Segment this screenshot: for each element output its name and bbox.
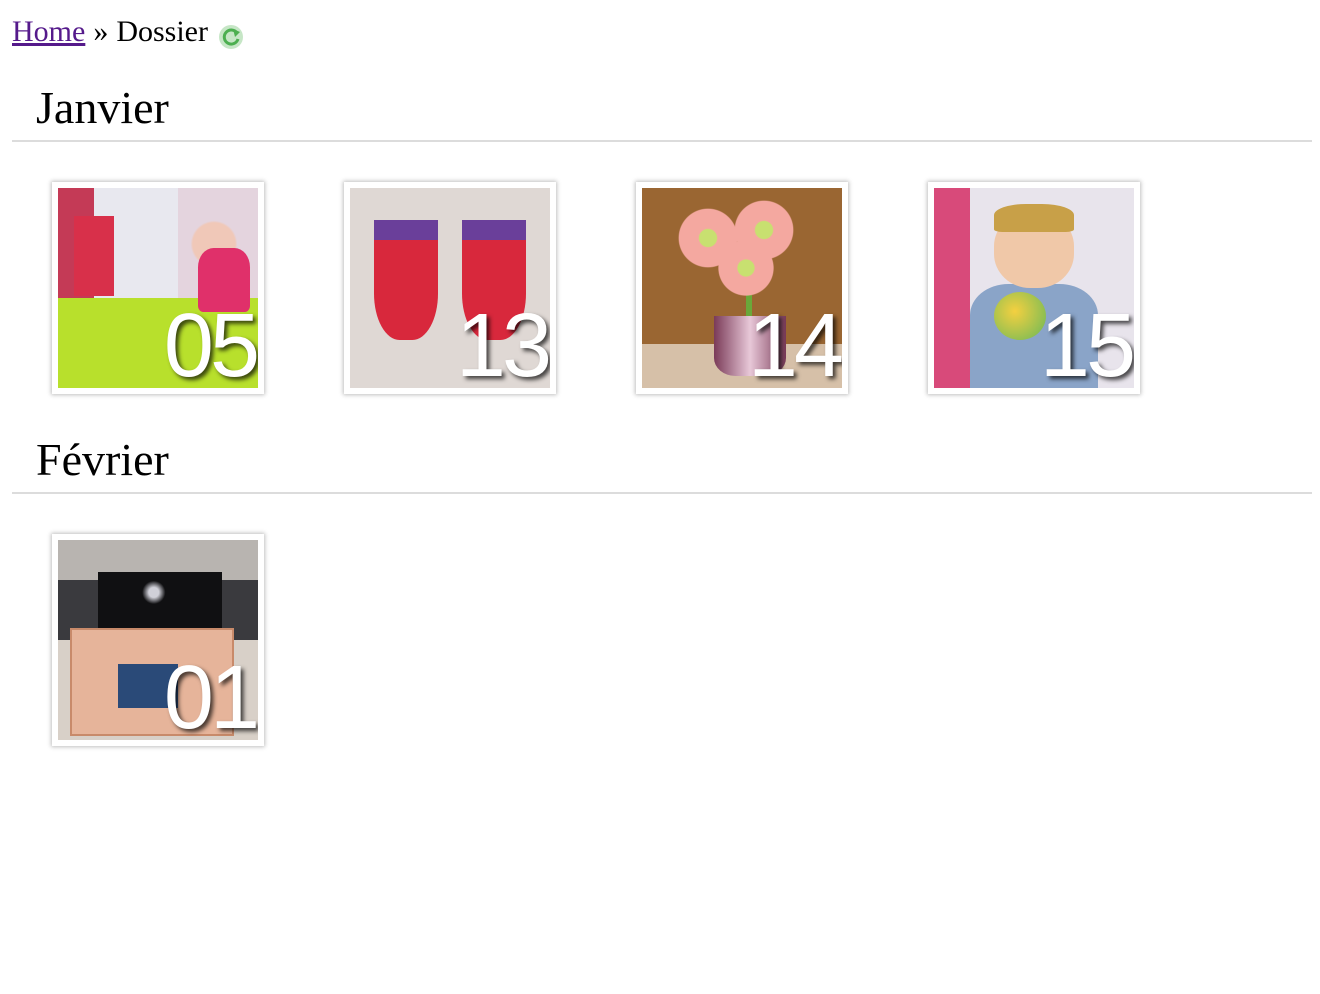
breadcrumb-current: Dossier: [116, 15, 208, 48]
photo-thumbnail[interactable]: 15: [928, 182, 1140, 394]
thumbnail-grid: 05 13 14 15: [12, 142, 1312, 394]
photo-thumbnail[interactable]: 14: [636, 182, 848, 394]
day-label: 01: [163, 648, 258, 746]
photo-thumbnail[interactable]: 01: [52, 534, 264, 746]
month-section-fevrier: Février 01: [12, 434, 1312, 746]
month-section-janvier: Janvier 05 13 14 15: [12, 82, 1312, 394]
breadcrumb: Home » Dossier: [12, 12, 244, 52]
photo-thumbnail[interactable]: 13: [344, 182, 556, 394]
day-label: 05: [163, 296, 258, 394]
home-link[interactable]: Home: [12, 12, 85, 52]
photo-thumbnail[interactable]: 05: [52, 182, 264, 394]
day-label: 13: [455, 296, 550, 394]
day-label: 15: [1039, 296, 1134, 394]
day-label: 14: [747, 296, 842, 394]
month-heading: Janvier: [12, 82, 1312, 142]
thumbnail-grid: 01: [12, 494, 1312, 746]
breadcrumb-separator: »: [93, 15, 109, 48]
refresh-icon[interactable]: [218, 21, 244, 49]
month-heading: Février: [12, 434, 1312, 494]
